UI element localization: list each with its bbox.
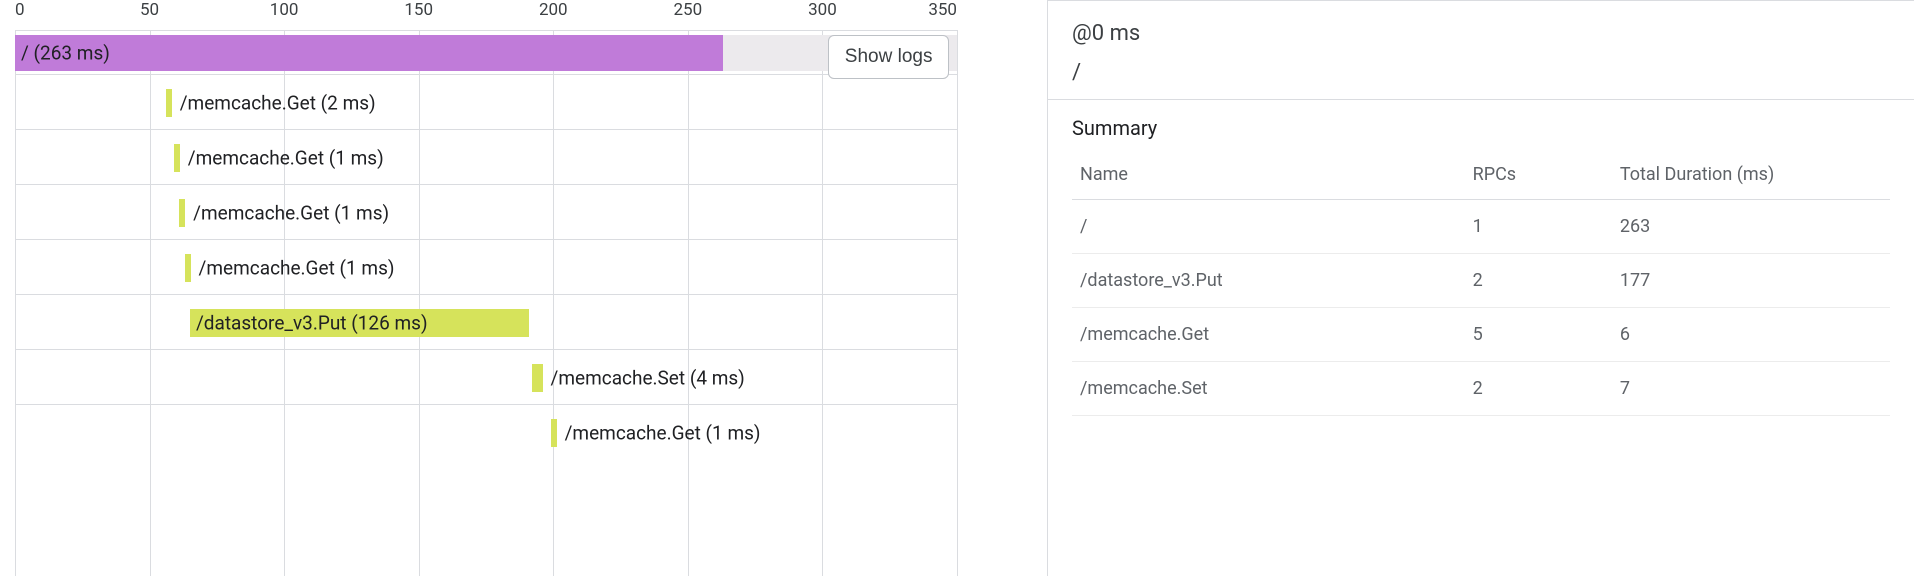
span-label: / (263 ms)	[21, 42, 110, 65]
table-cell: 5	[1465, 308, 1612, 362]
span-bar[interactable]: /datastore_v3.Put (126 ms)	[190, 309, 529, 337]
table-cell: /memcache.Set	[1072, 362, 1465, 416]
span-bar[interactable]: /memcache.Get (1 ms)	[179, 199, 185, 227]
col-name: Name	[1072, 154, 1465, 200]
span-label: /memcache.Get (1 ms)	[565, 422, 761, 445]
axis-tick: 150	[404, 0, 433, 20]
table-cell: 7	[1612, 362, 1890, 416]
span-label: /memcache.Set (4 ms)	[551, 367, 745, 390]
span-bar[interactable]: /memcache.Get (2 ms)	[166, 89, 172, 117]
panel-time: @0 ms	[1072, 21, 1890, 46]
span-row[interactable]: /memcache.Get (2 ms)	[15, 74, 957, 129]
table-cell: 263	[1612, 200, 1890, 254]
span-bar[interactable]: /memcache.Get (1 ms)	[551, 419, 557, 447]
axis-tick: 50	[140, 0, 159, 20]
trace-waterfall: 0 50 100 150 200 250 300 350 / (263 ms) /memcach…	[0, 0, 957, 576]
span-label: /memcache.Get (1 ms)	[199, 257, 395, 280]
panel-title: Summary	[1072, 116, 1890, 140]
table-cell: 2	[1465, 362, 1612, 416]
axis-tick: 0	[15, 0, 25, 20]
span-row-main[interactable]: / (263 ms)	[15, 30, 957, 74]
table-cell: /datastore_v3.Put	[1072, 254, 1465, 308]
span-bar[interactable]: /memcache.Set (4 ms)	[532, 364, 543, 392]
table-row[interactable]: /1263	[1072, 200, 1890, 254]
col-total: Total Duration (ms)	[1612, 154, 1890, 200]
details-panel: @0 ms / Summary Name RPCs Total Duration…	[1047, 0, 1914, 576]
table-row[interactable]: /memcache.Set27	[1072, 362, 1890, 416]
axis-tick: 100	[270, 0, 299, 20]
table-cell: /memcache.Get	[1072, 308, 1465, 362]
span-row[interactable]: /memcache.Get (1 ms)	[15, 129, 957, 184]
span-row[interactable]: /memcache.Get (1 ms)	[15, 239, 957, 294]
table-cell: 177	[1612, 254, 1890, 308]
span-bar[interactable]: /memcache.Get (1 ms)	[174, 144, 180, 172]
axis-tick: 350	[928, 0, 957, 20]
table-cell: 2	[1465, 254, 1612, 308]
table-cell: 6	[1612, 308, 1890, 362]
summary-table: Name RPCs Total Duration (ms) /1263/data…	[1072, 154, 1890, 416]
panel-path: /	[1072, 60, 1890, 85]
span-row[interactable]: /datastore_v3.Put (126 ms)	[15, 294, 957, 349]
span-bar-main[interactable]: / (263 ms)	[15, 35, 723, 71]
axis-tick: 200	[539, 0, 568, 20]
span-row[interactable]: /memcache.Get (1 ms)	[15, 184, 957, 239]
span-bar[interactable]: /memcache.Get (1 ms)	[185, 254, 191, 282]
span-label: /memcache.Get (1 ms)	[188, 147, 384, 170]
grid-line	[957, 30, 958, 576]
span-label: /memcache.Get (1 ms)	[193, 202, 389, 225]
show-logs-button[interactable]: Show logs	[828, 35, 950, 79]
col-rpcs: RPCs	[1465, 154, 1612, 200]
span-row[interactable]: /memcache.Set (4 ms)	[15, 349, 957, 404]
table-cell: 1	[1465, 200, 1612, 254]
axis-tick: 250	[674, 0, 703, 20]
span-label: /memcache.Get (2 ms)	[180, 92, 376, 115]
span-row[interactable]: /memcache.Get (1 ms)	[15, 404, 957, 459]
table-cell: /	[1072, 200, 1465, 254]
table-row[interactable]: /datastore_v3.Put2177	[1072, 254, 1890, 308]
span-label: /datastore_v3.Put (126 ms)	[196, 312, 428, 335]
table-row[interactable]: /memcache.Get56	[1072, 308, 1890, 362]
axis-tick: 300	[808, 0, 837, 20]
axis-ticks: 0 50 100 150 200 250 300 350	[15, 0, 957, 30]
